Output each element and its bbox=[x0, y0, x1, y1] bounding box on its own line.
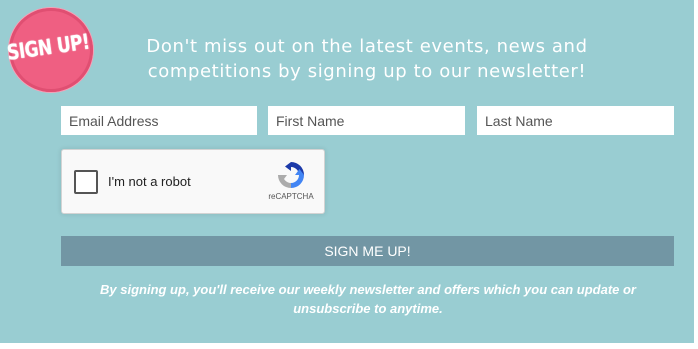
first-name-field[interactable] bbox=[268, 106, 465, 135]
newsletter-disclaimer: By signing up, you'll receive our weekly… bbox=[100, 282, 636, 316]
recaptcha-checkbox[interactable] bbox=[74, 170, 98, 194]
sign-me-up-button[interactable]: SIGN ME UP! bbox=[61, 236, 674, 266]
recaptcha-label: I'm not a robot bbox=[108, 174, 191, 189]
email-field[interactable] bbox=[61, 106, 257, 135]
recaptcha-brand: reCAPTCHA bbox=[268, 192, 314, 201]
sign-up-badge: SIGN UP! bbox=[5, 8, 93, 92]
sign-up-badge-label: SIGN UP! bbox=[5, 29, 91, 67]
recaptcha-widget: I'm not a robot reCAPTCHA bbox=[61, 149, 325, 214]
last-name-field[interactable] bbox=[477, 106, 674, 135]
recaptcha-logo-icon bbox=[278, 162, 304, 188]
newsletter-signup-panel: SIGN UP! Don't miss out on the latest ev… bbox=[0, 0, 698, 349]
newsletter-headline: Don't miss out on the latest events, new… bbox=[146, 36, 588, 82]
